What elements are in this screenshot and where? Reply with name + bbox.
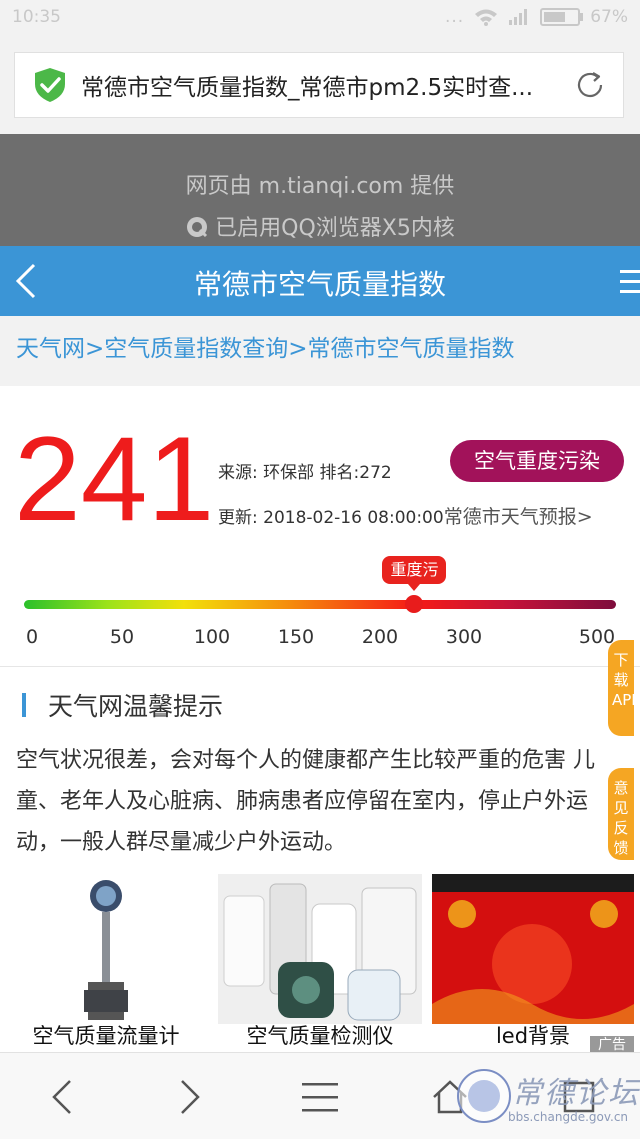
battery-icon [540, 8, 584, 26]
forecast-link[interactable]: 常德市天气预报> [444, 506, 593, 528]
heading-marker [22, 693, 26, 717]
tips-heading: 天气网温馨提示 [22, 688, 223, 722]
qq-browser-icon [187, 217, 208, 238]
scale-tick-label: 300 [445, 626, 483, 648]
aqi-scale: 重度污 0 50 100 150 200 300 500 [0, 550, 640, 660]
ad-item[interactable]: led背景 [432, 874, 634, 1050]
ad-caption: 空气质量检测仪 [246, 1024, 394, 1048]
led-background-image [432, 874, 634, 1024]
aqi-source: 来源: 环保部 排名:272 [218, 463, 392, 483]
page-title: 常德市空气质量指数 [193, 268, 446, 301]
browser-address-area: 常德市空气质量指数_常德市pm2.5实时查... [0, 36, 640, 134]
breadcrumb[interactable]: 天气网>空气质量指数查询>常德市空气质量指数 [0, 316, 640, 386]
scale-tick-label: 200 [361, 626, 399, 648]
menu-icon[interactable] [618, 268, 640, 296]
ad-item[interactable]: 空气质量检测仪 [218, 874, 422, 1050]
scale-tick-label: 100 [193, 626, 231, 648]
scale-tick-label: 50 [109, 626, 135, 648]
update-time: 更新: 2018-02-16 08:00:00 [218, 508, 444, 528]
pollution-level-badge: 空气重度污染 [450, 440, 624, 482]
aqi-scale-labels: 0 50 100 150 200 300 500 [0, 626, 640, 652]
provider-banner: 网页由 m.tianqi.com 提供 已启用QQ浏览器X5内核 [0, 134, 640, 246]
watermark-text: 常德论坛 [512, 1076, 640, 1111]
status-time: 10:35 [12, 7, 61, 27]
flowmeter-image [4, 874, 208, 1024]
kernel-line: 已启用QQ浏览器X5内核 [0, 210, 640, 242]
ad-caption: 空气质量流量计 [32, 1024, 180, 1048]
ad-item[interactable]: 空气质量流量计 [4, 874, 208, 1050]
feedback-tab[interactable]: 意见反馈 [608, 768, 634, 860]
forum-watermark: 常德论坛 bbs.changde.gov.cn [456, 1066, 640, 1132]
scale-tick-label: 150 [277, 626, 315, 648]
page-header: 常德市空气质量指数 [0, 246, 640, 316]
aqi-indicator-knob [405, 595, 424, 613]
feedback-label: 意见反馈 [613, 779, 629, 857]
wifi-icon [475, 9, 498, 26]
aqi-indicator-label: 重度污 [382, 556, 447, 591]
signal-icon [509, 9, 528, 25]
security-shield-icon [35, 68, 65, 102]
watermark-url: bbs.changde.gov.cn [508, 1110, 629, 1124]
status-bar: 10:35 ... 67% [0, 0, 640, 36]
forum-logo-icon [457, 1069, 511, 1123]
back-nav-icon[interactable] [48, 1077, 76, 1117]
divider [0, 666, 640, 667]
battery-percent: 67% [590, 7, 628, 27]
forward-nav-icon[interactable] [176, 1077, 204, 1117]
menu-nav-icon[interactable] [302, 1077, 338, 1117]
aqi-value: 241 [14, 412, 215, 546]
reload-icon[interactable] [573, 68, 607, 102]
more-dots: ... [444, 7, 465, 27]
tips-title: 天气网温馨提示 [48, 692, 224, 721]
page-url-title: 常德市空气质量指数_常德市pm2.5实时查... [81, 75, 534, 101]
aqi-update: 更新: 2018-02-16 08:00:00常德市天气预报> [218, 502, 593, 529]
air-monitor-image [218, 874, 422, 1024]
status-icons: ... 67% [445, 7, 628, 27]
scale-tick-label: 0 [25, 626, 39, 648]
kernel-text: 已启用QQ浏览器X5内核 [215, 216, 455, 241]
address-bar[interactable]: 常德市空气质量指数_常德市pm2.5实时查... [14, 52, 624, 118]
tips-body: 空气状况很差，会对每个人的健康都产生比较严重的危害 儿童、老年人及心脏病、肺病患… [16, 748, 595, 855]
aqi-gradient-bar [24, 600, 616, 609]
provider-line: 网页由 m.tianqi.com 提供 [185, 174, 455, 199]
download-app-tab[interactable]: 下载APP [608, 640, 640, 736]
